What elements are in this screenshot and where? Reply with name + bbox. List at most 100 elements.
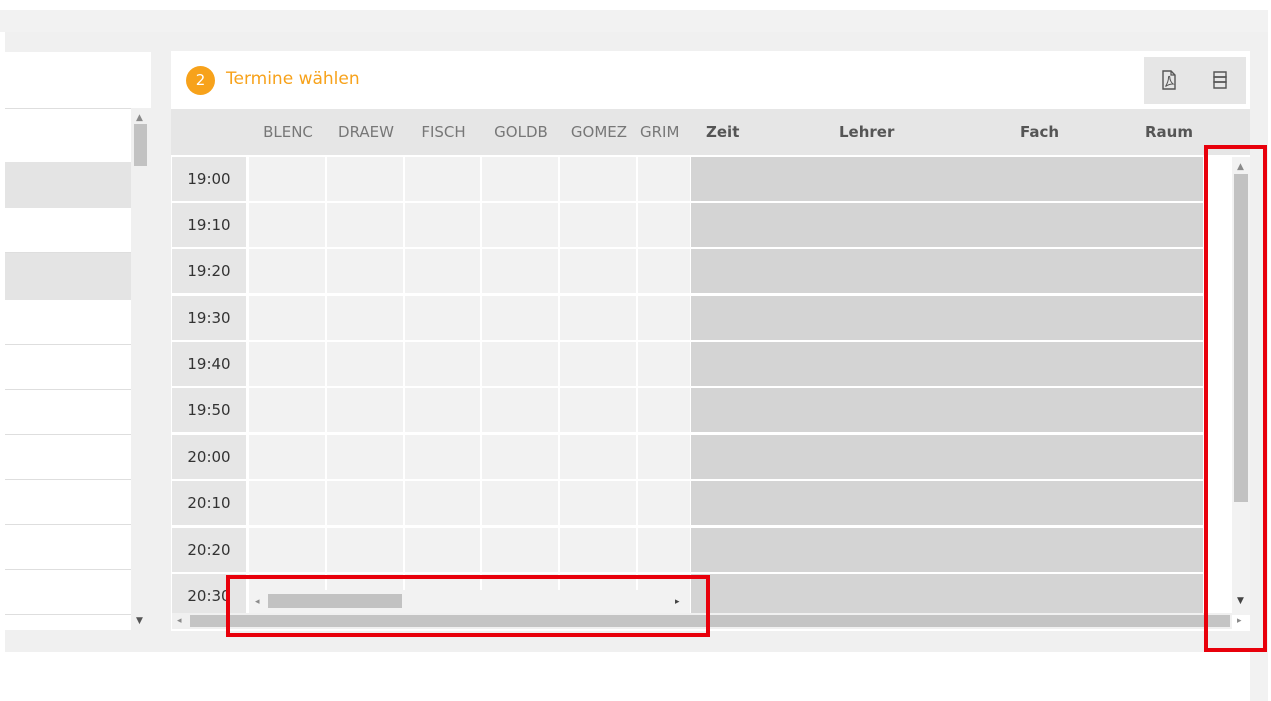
appointment-slot[interactable]	[327, 157, 403, 201]
appointment-slot[interactable]	[560, 388, 636, 432]
appointment-slot[interactable]	[405, 203, 480, 247]
teacher-column-header[interactable]: FISCH	[405, 109, 482, 155]
appointment-slot[interactable]	[482, 296, 558, 340]
appointment-slot[interactable]	[638, 342, 690, 386]
room-column-header: Raum	[1145, 123, 1193, 141]
appointment-slot[interactable]	[482, 388, 558, 432]
appointment-slot[interactable]	[249, 203, 325, 247]
appointment-slot[interactable]	[405, 435, 480, 479]
appointment-slot[interactable]	[405, 388, 480, 432]
appointment-slot[interactable]	[560, 203, 636, 247]
time-slot-label: 19:50	[172, 388, 246, 432]
list-item[interactable]	[5, 162, 131, 208]
list-divider	[5, 108, 131, 109]
appointment-detail-list	[691, 157, 1203, 615]
appointment-slot[interactable]	[638, 296, 690, 340]
appointment-slot[interactable]	[405, 157, 480, 201]
appointment-detail-row	[691, 249, 1203, 293]
appointment-slot[interactable]	[638, 481, 690, 525]
appointment-slot[interactable]	[249, 435, 325, 479]
appointment-slot[interactable]	[560, 481, 636, 525]
time-column-header: Zeit	[706, 123, 740, 141]
scroll-left-icon[interactable]: ◂	[177, 616, 182, 626]
teacher-column-header-detail: Lehrer	[839, 123, 895, 141]
appointment-slot[interactable]	[327, 249, 403, 293]
appointment-slot[interactable]	[638, 388, 690, 432]
left-list-scrollbar[interactable]	[131, 108, 151, 630]
teacher-column-header[interactable]: GOLDB	[482, 109, 560, 155]
time-slot-label: 20:20	[172, 528, 246, 572]
time-slot-label: 19:00	[172, 157, 246, 201]
appointment-detail-row	[691, 528, 1203, 572]
scroll-down-icon[interactable]: ▼	[136, 616, 143, 626]
appointment-slot[interactable]	[405, 342, 480, 386]
appointment-slot[interactable]	[405, 528, 480, 572]
appointment-slot[interactable]	[327, 528, 403, 572]
teacher-column-header[interactable]: GRIM	[640, 109, 698, 155]
appointment-slot[interactable]	[327, 388, 403, 432]
list-item[interactable]	[5, 570, 131, 615]
appointment-slot[interactable]	[482, 157, 558, 201]
step-number-badge: 2	[186, 66, 215, 95]
appointment-slot[interactable]	[482, 203, 558, 247]
time-slot-label: 19:40	[172, 342, 246, 386]
list-item[interactable]	[5, 390, 131, 435]
appointment-slot[interactable]	[482, 435, 558, 479]
appointment-slot[interactable]	[638, 157, 690, 201]
time-slot-label: 19:30	[172, 296, 246, 340]
appointment-slot[interactable]	[405, 249, 480, 293]
left-list-scroll-thumb[interactable]	[134, 124, 147, 166]
appointment-slot[interactable]	[560, 435, 636, 479]
appointment-slot[interactable]	[560, 157, 636, 201]
appointment-slot[interactable]	[327, 435, 403, 479]
teacher-column-header[interactable]: DRAEW	[327, 109, 405, 155]
appointment-slot[interactable]	[249, 342, 325, 386]
appointment-slot-grid	[249, 157, 690, 615]
appointment-slot[interactable]	[327, 203, 403, 247]
appointment-slot[interactable]	[482, 342, 558, 386]
appointment-detail-row	[691, 203, 1203, 247]
appointment-slot[interactable]	[638, 203, 690, 247]
appointment-slot[interactable]	[249, 528, 325, 572]
list-item[interactable]	[5, 525, 131, 570]
appointment-slot[interactable]	[327, 481, 403, 525]
appointment-slot[interactable]	[249, 388, 325, 432]
list-item[interactable]	[5, 300, 131, 345]
list-item[interactable]	[5, 345, 131, 390]
appointment-slot[interactable]	[560, 342, 636, 386]
appointment-slot[interactable]	[638, 528, 690, 572]
subject-column-header: Fach	[1020, 123, 1060, 141]
appointment-slot[interactable]	[405, 481, 480, 525]
pdf-icon[interactable]	[1158, 69, 1180, 91]
list-item[interactable]	[5, 435, 131, 480]
teacher-column-header[interactable]: BLENC	[249, 109, 327, 155]
scroll-up-icon[interactable]: ▲	[136, 113, 143, 123]
appointment-slot[interactable]	[482, 481, 558, 525]
list-item[interactable]	[5, 480, 131, 525]
appointment-slot[interactable]	[327, 342, 403, 386]
appointment-slot[interactable]	[249, 481, 325, 525]
appointment-slot[interactable]	[638, 435, 690, 479]
appointment-slot[interactable]	[560, 249, 636, 293]
left-list-panel	[5, 52, 151, 630]
appointment-slot[interactable]	[327, 296, 403, 340]
teacher-column-header[interactable]: GOMEZ	[560, 109, 638, 155]
appointment-slot[interactable]	[249, 249, 325, 293]
top-bar	[0, 10, 1268, 32]
list-item[interactable]	[5, 253, 131, 300]
appointment-slot[interactable]	[560, 528, 636, 572]
print-layout-icon[interactable]	[1209, 69, 1231, 91]
appointment-detail-row	[691, 342, 1203, 386]
list-item[interactable]	[5, 208, 131, 253]
appointment-detail-row	[691, 157, 1203, 201]
appointment-slot[interactable]	[482, 249, 558, 293]
appointment-slot[interactable]	[249, 157, 325, 201]
appointment-slot[interactable]	[249, 296, 325, 340]
appointment-slot[interactable]	[560, 296, 636, 340]
appointment-slot[interactable]	[405, 296, 480, 340]
horizontal-scrollbar-highlight	[226, 575, 710, 637]
time-slot-label: 20:00	[172, 435, 246, 479]
appointment-detail-row	[691, 388, 1203, 432]
appointment-slot[interactable]	[638, 249, 690, 293]
appointment-slot[interactable]	[482, 528, 558, 572]
